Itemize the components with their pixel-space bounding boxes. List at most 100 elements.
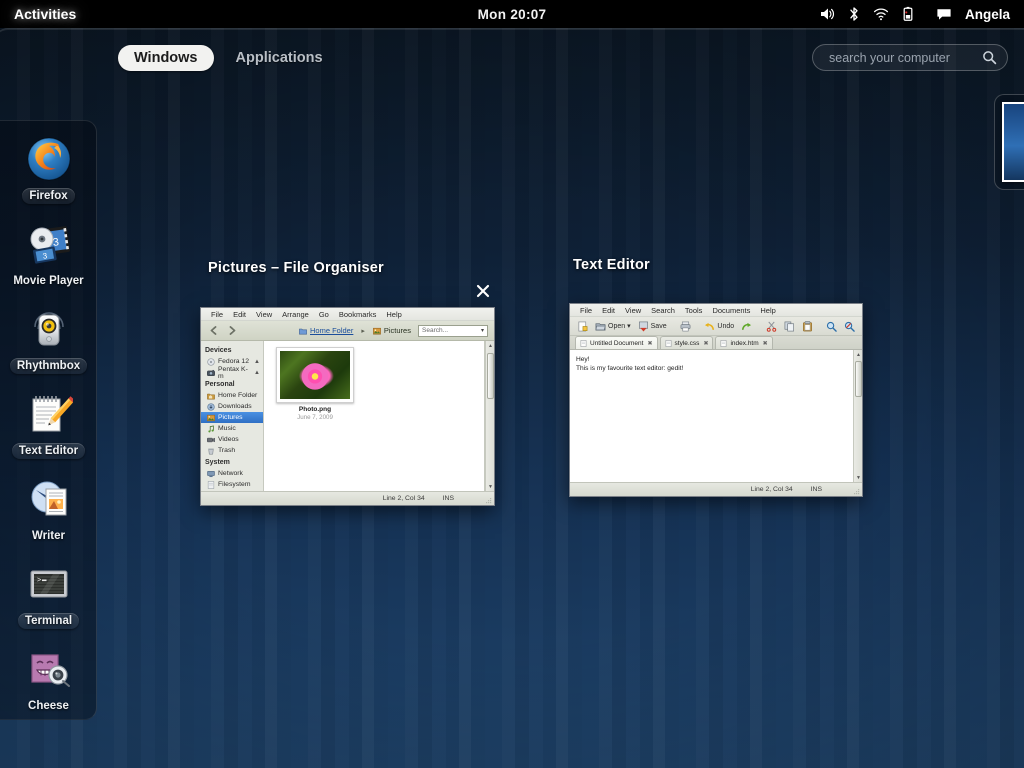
text-editor-textarea[interactable]: Hey! This is my favourite text editor: g…: [570, 350, 853, 482]
resize-grip-icon[interactable]: [485, 497, 492, 504]
sidebar-item-videos[interactable]: Videos: [201, 434, 263, 445]
tab-label: style.css: [674, 339, 700, 347]
resize-grip-icon[interactable]: [853, 488, 860, 495]
tab-index-htm[interactable]: index.htm ✖: [715, 336, 773, 349]
workspace-thumbnail-strip[interactable]: [994, 94, 1024, 190]
file-organiser-search-input[interactable]: Search... ▾: [418, 324, 488, 337]
breadcrumb-label: Pictures: [383, 326, 411, 335]
sidebar-item-music[interactable]: Music: [201, 423, 263, 434]
forward-arrow-icon[interactable]: [226, 324, 239, 337]
volume-icon[interactable]: [819, 6, 835, 22]
pictures-folder-icon: [372, 327, 381, 335]
sidebar-item-filesystem[interactable]: Filesystem: [201, 479, 263, 490]
chat-icon[interactable]: [936, 6, 952, 22]
dash-item-cheese[interactable]: Cheese: [0, 641, 97, 726]
menu-edit[interactable]: Edit: [597, 304, 620, 317]
cut-icon: [766, 321, 777, 332]
cut-button[interactable]: [764, 320, 779, 333]
menu-file[interactable]: File: [206, 308, 228, 321]
menu-file[interactable]: File: [575, 304, 597, 317]
dash-item-writer[interactable]: Writer: [0, 471, 97, 556]
menu-tools[interactable]: Tools: [680, 304, 708, 317]
paste-button[interactable]: [800, 320, 815, 333]
workspace-thumbnail[interactable]: [1002, 102, 1024, 182]
sidebar-label: Pentax K-m: [218, 365, 248, 380]
image-thumbnail: [276, 347, 354, 403]
breadcrumb-pictures[interactable]: Pictures: [372, 326, 411, 335]
scroll-down-icon[interactable]: ▼: [854, 473, 862, 482]
print-icon: [680, 321, 691, 332]
bluetooth-icon[interactable]: [846, 6, 862, 22]
file-organiser-sidebar: Devices Fedora 12 ▲ Pentax K-m ▲ Persona…: [201, 341, 264, 491]
scroll-up-icon[interactable]: ▲: [486, 341, 494, 350]
sidebar-item-downloads[interactable]: Downloads: [201, 401, 263, 412]
sidebar-label: Trash: [218, 447, 236, 454]
activities-button[interactable]: Activities: [0, 0, 90, 28]
sidebar-item-network[interactable]: Network: [201, 468, 263, 479]
sidebar-item-trash[interactable]: Trash: [201, 445, 263, 456]
close-icon[interactable]: ✖: [763, 340, 768, 347]
copy-button[interactable]: [782, 320, 797, 333]
user-name-menu[interactable]: Angela: [965, 7, 1016, 22]
menu-bookmarks[interactable]: Bookmarks: [334, 308, 382, 321]
close-icon[interactable]: ✖: [703, 340, 708, 347]
scrollbar-thumb[interactable]: [855, 361, 862, 397]
sidebar-item-home-folder[interactable]: Home Folder: [201, 390, 263, 401]
redo-button[interactable]: [739, 320, 754, 333]
file-item-photo[interactable]: Photo.png June 7, 2009: [272, 347, 358, 421]
undo-button[interactable]: Undo: [702, 320, 736, 333]
menu-edit[interactable]: Edit: [228, 308, 251, 321]
chevron-down-icon[interactable]: ▾: [481, 327, 484, 334]
tab-style-css[interactable]: style.css ✖: [659, 336, 714, 349]
video-icon: [207, 436, 215, 444]
scrollbar-thumb[interactable]: [487, 353, 494, 399]
scroll-up-icon[interactable]: ▲: [854, 350, 862, 359]
eject-icon[interactable]: ▲: [254, 370, 260, 376]
save-button[interactable]: Save: [636, 320, 669, 333]
menu-view[interactable]: View: [620, 304, 646, 317]
window-clone-file-organiser[interactable]: Pictures – File Organiser File Edit View…: [200, 256, 500, 506]
menu-go[interactable]: Go: [314, 308, 334, 321]
dash-item-rhythmbox[interactable]: Rhythmbox: [0, 301, 97, 386]
writer-icon: [25, 475, 73, 523]
sidebar-item-pictures[interactable]: Pictures: [201, 412, 263, 423]
close-icon[interactable]: ✖: [647, 340, 652, 347]
sidebar-label: Downloads: [218, 403, 252, 410]
menu-documents[interactable]: Documents: [707, 304, 755, 317]
sidebar-item-pentax-k-m[interactable]: Pentax K-m ▲: [201, 365, 263, 380]
breadcrumb-home-folder[interactable]: Home Folder: [299, 326, 353, 335]
tab-untitled-document[interactable]: Untitled Document ✖: [575, 336, 658, 349]
menu-search[interactable]: Search: [646, 304, 680, 317]
close-icon[interactable]: [474, 282, 492, 300]
trash-icon: [207, 447, 215, 455]
tab-windows[interactable]: Windows: [118, 45, 214, 71]
menu-help[interactable]: Help: [381, 308, 406, 321]
open-button[interactable]: Open ▾: [593, 320, 633, 333]
wifi-icon[interactable]: [873, 6, 889, 22]
menu-help[interactable]: Help: [755, 304, 780, 317]
dash-item-terminal[interactable]: > Terminal: [0, 556, 97, 641]
dash-item-text-editor[interactable]: Text Editor: [0, 386, 97, 471]
new-document-button[interactable]: [575, 320, 590, 333]
file-organiser-pathbar: Home Folder ▸ Pictures Search... ▾: [201, 321, 494, 341]
file-organiser-content[interactable]: Photo.png June 7, 2009: [264, 341, 485, 491]
text-editor-scrollbar[interactable]: ▲ ▼: [853, 350, 862, 482]
search-input[interactable]: search your computer: [812, 44, 1008, 71]
dash-item-movie-player[interactable]: 3 3 Movie Player: [0, 216, 97, 301]
window-clone-text-editor[interactable]: Text Editor File Edit View Search Tools …: [569, 253, 865, 497]
tab-applications[interactable]: Applications: [220, 45, 339, 71]
print-button[interactable]: [678, 320, 693, 333]
menu-view[interactable]: View: [251, 308, 277, 321]
scroll-down-icon[interactable]: ▼: [486, 482, 494, 491]
menu-arrange[interactable]: Arrange: [277, 308, 314, 321]
chevron-down-icon[interactable]: ▾: [627, 322, 631, 330]
find-button[interactable]: [824, 320, 839, 333]
svg-text:>: >: [37, 577, 41, 585]
back-arrow-icon[interactable]: [207, 324, 220, 337]
eject-icon[interactable]: ▲: [254, 359, 260, 365]
dash-item-firefox[interactable]: Firefox: [0, 131, 97, 216]
file-organiser-scrollbar[interactable]: ▲ ▼: [485, 341, 494, 491]
tab-label: Untitled Document: [590, 339, 644, 347]
replace-button[interactable]: [842, 320, 857, 333]
battery-icon[interactable]: [900, 6, 916, 22]
